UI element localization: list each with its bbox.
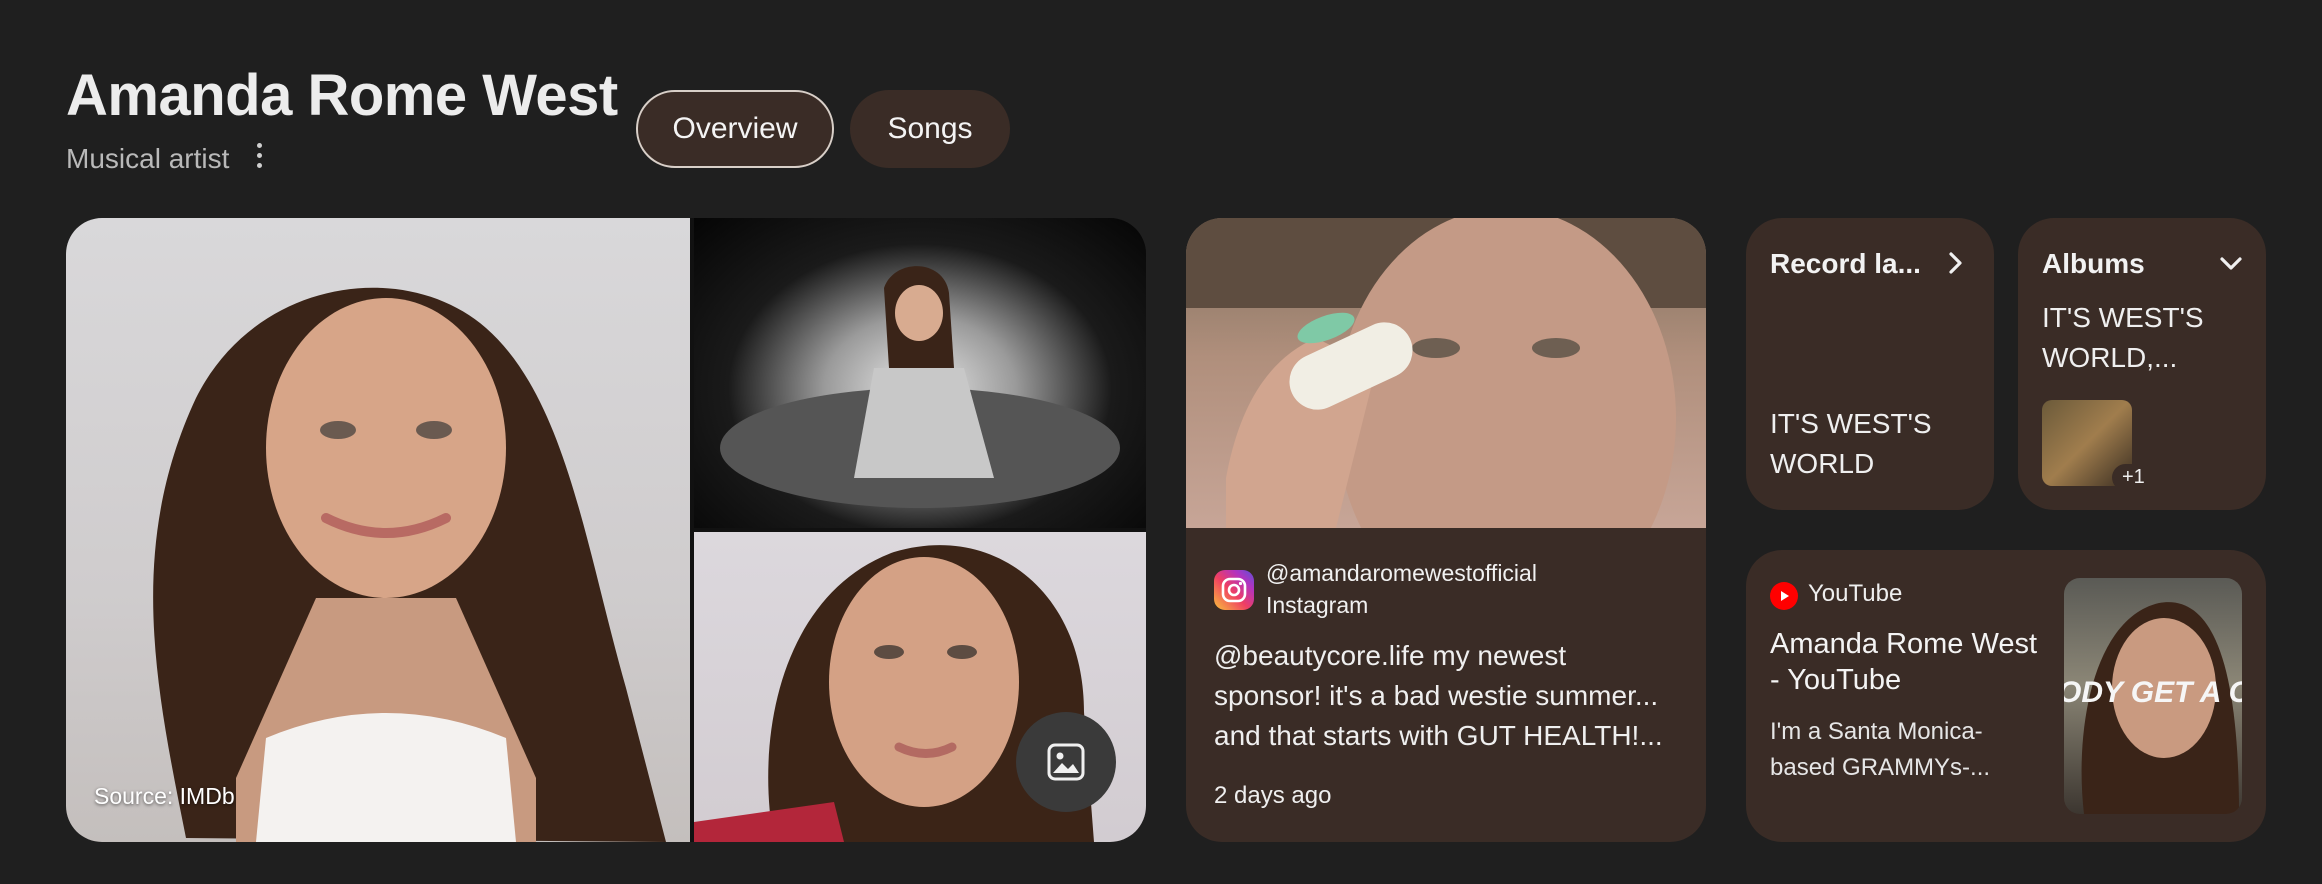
youtube-description: I'm a Santa Monica-based GRAMMYs-... (1770, 718, 1991, 781)
more-options-button[interactable] (246, 140, 272, 170)
more-vert-dot (256, 152, 262, 158)
instagram-post-thumbnail (1186, 218, 1706, 628)
instagram-glyph (1221, 577, 1247, 603)
albums-heading: Albums (2042, 248, 2145, 279)
chevron-right-icon (1949, 252, 1962, 274)
instagram-icon (1214, 570, 1254, 610)
image-collage[interactable]: Source: IMDb (66, 218, 1146, 842)
record-label-value: IT'S WEST'S WORLD (1770, 408, 1932, 479)
open-gallery-button[interactable] (1016, 712, 1116, 812)
youtube-icon (1770, 582, 1798, 610)
tab-songs[interactable]: Songs (850, 90, 1010, 168)
youtube-title[interactable]: Amanda Rome West - YouTube (1770, 626, 2040, 698)
page-title: Amanda Rome West (66, 63, 618, 128)
instagram-thumbnail-illustration (1186, 218, 1706, 628)
caption-line: and that starts with GUT HEALTH!... (1214, 720, 1663, 751)
album-title: IT'S WEST'S WORLD,... (2042, 302, 2204, 373)
play-glyph (1781, 591, 1789, 601)
chevron-down-icon[interactable] (2218, 250, 2244, 276)
youtube-card[interactable]: YouTube Amanda Rome West - YouTube I'm a… (1746, 550, 2266, 842)
record-label-card[interactable]: Record la... IT'S WEST'S WORLD (1746, 218, 1994, 510)
artist-photo-main-illustration (153, 287, 666, 842)
artist-photo-main[interactable]: Source: IMDb (66, 218, 690, 842)
instagram-post-card[interactable]: @amandaromewestofficial Instagram @beaut… (1186, 218, 1706, 842)
artist-photo-top-illustration (720, 266, 1120, 508)
image-icon (1047, 743, 1085, 781)
instagram-caption: @beautycore.life my newest sponsor! it's… (1214, 636, 1684, 756)
artist-photo-bottom[interactable] (694, 532, 1146, 842)
record-label-heading: Record la... (1770, 248, 1921, 279)
instagram-handle[interactable]: @amandaromewestofficial (1266, 560, 1537, 587)
more-albums-badge: +1 (2112, 464, 2155, 491)
more-vert-dot (256, 162, 262, 168)
image-source-label: Source: IMDb (94, 783, 235, 809)
youtube-thumbnail[interactable]: ODY GET A C (2064, 578, 2242, 814)
artist-photo-top[interactable] (694, 218, 1146, 528)
youtube-thumbnail-text: ODY GET A C (2064, 676, 2242, 709)
instagram-source-label: Instagram (1266, 592, 1369, 618)
tab-overview[interactable]: Overview (636, 90, 834, 168)
albums-card[interactable]: Albums IT'S WEST'S WORLD,... +1 (2018, 218, 2266, 510)
page-subtitle: Musical artist (66, 143, 230, 174)
caption-line: @beautycore.life my newest (1214, 640, 1567, 671)
caption-line: sponsor! it's a bad westie summer... (1214, 680, 1659, 711)
instagram-post-time: 2 days ago (1214, 782, 1332, 809)
youtube-source-label: YouTube (1808, 580, 1903, 607)
more-vert-icon (256, 142, 262, 148)
